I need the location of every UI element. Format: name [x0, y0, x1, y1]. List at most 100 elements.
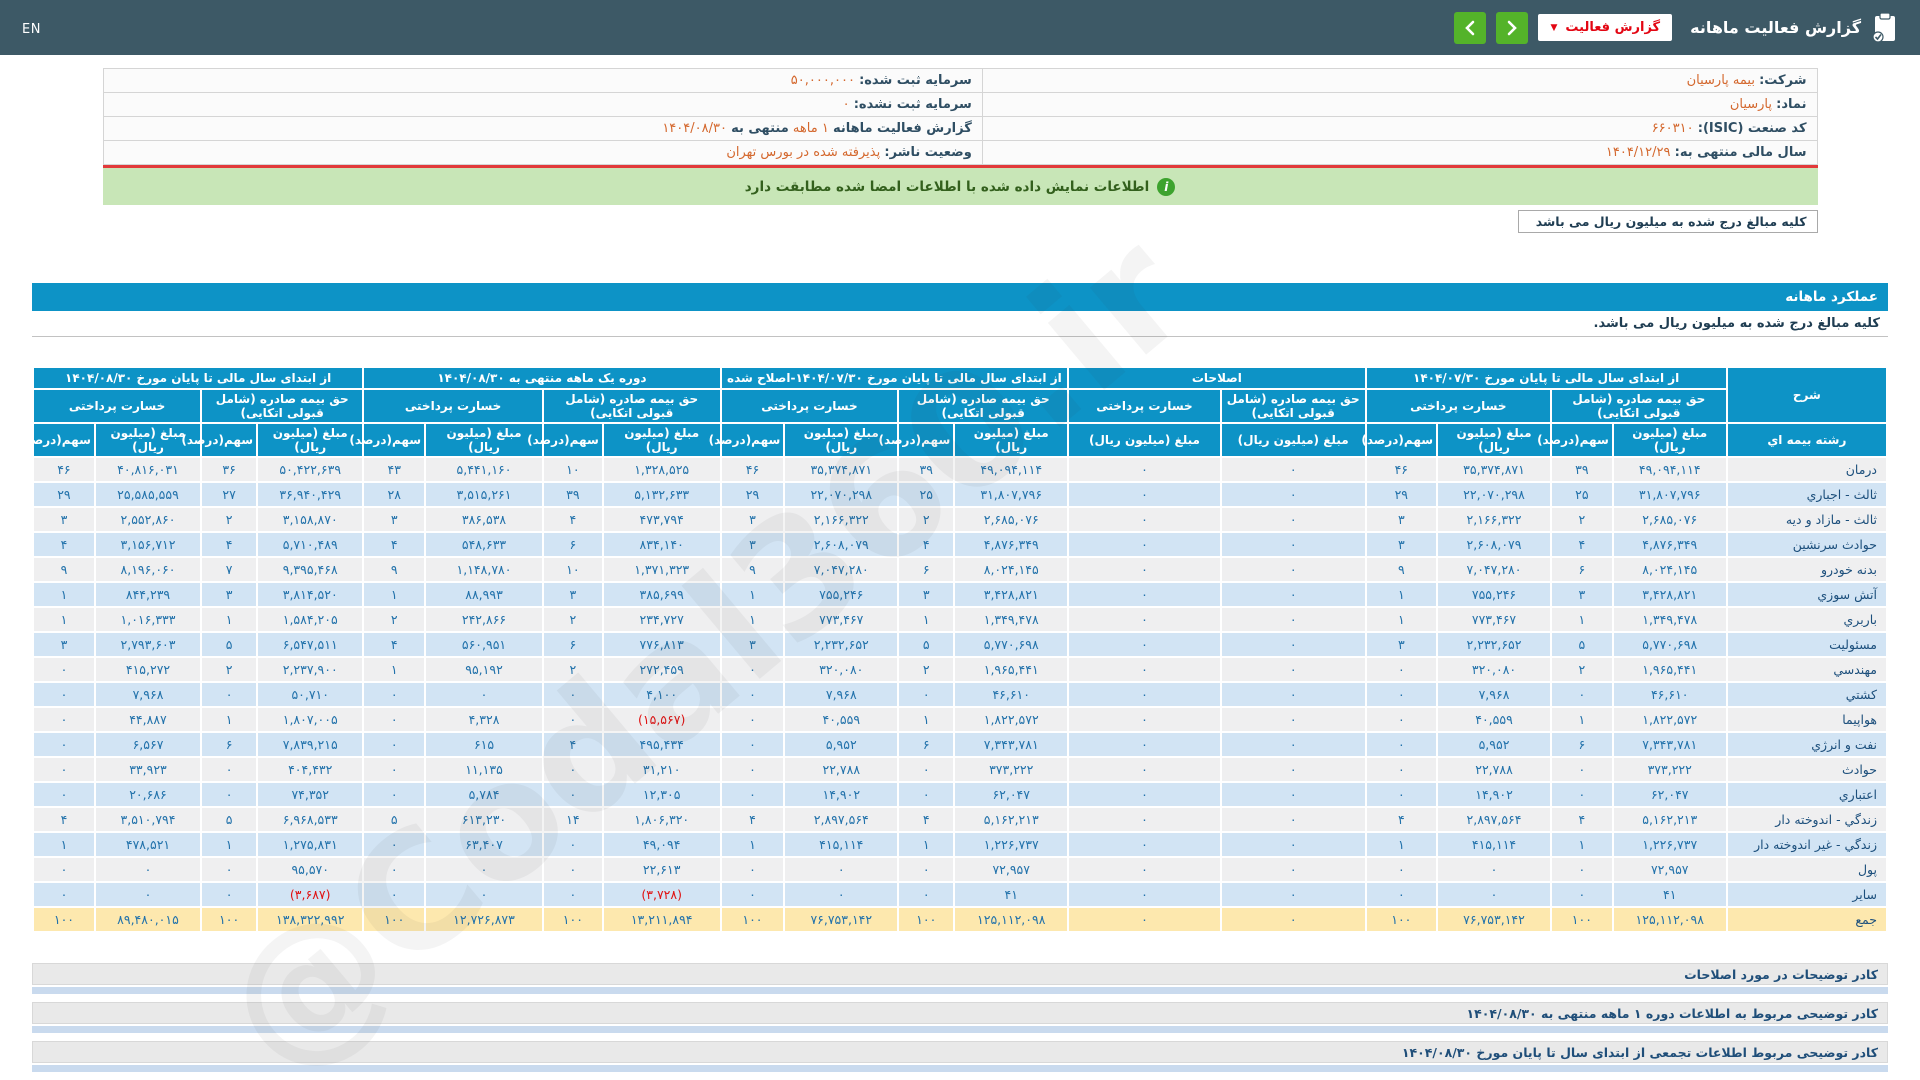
value-cell: ۲ — [200, 656, 259, 683]
value-cell: ۵۰,۷۱۰ — [256, 681, 365, 708]
value-cell: ۳۹ — [541, 481, 604, 508]
value-cell: ۳۲۰,۰۸۰ — [1436, 656, 1552, 683]
value-cell: ۷۶,۷۵۳,۱۴۲ — [783, 906, 900, 933]
previous-report-button[interactable] — [1454, 11, 1487, 44]
value-cell: ۰ — [1219, 831, 1367, 858]
value-cell: ۹۵,۵۷۰ — [256, 856, 365, 883]
value-cell: ۴ — [719, 806, 786, 833]
value-cell: ۹ — [719, 556, 786, 583]
value-cell: ۰ — [1067, 581, 1222, 608]
value-cell: ۱۲,۳۰۵ — [601, 781, 722, 808]
value-cell: ۲,۸۹۷,۵۶۴ — [783, 806, 900, 833]
value-cell: ۰ — [1219, 881, 1367, 908]
value-cell: ۵ — [200, 806, 259, 833]
chevron-right-icon — [1508, 20, 1518, 35]
value-cell: ۰ — [1067, 706, 1222, 733]
value-cell: ۵ — [1549, 631, 1614, 658]
value-cell: ۰ — [1436, 881, 1552, 908]
col-amount: مبلغ (میلیون ریال) — [1219, 422, 1367, 458]
next-report-button[interactable] — [1496, 11, 1529, 44]
value-cell: ۱۰۰ — [719, 906, 786, 933]
value-cell: ۶,۹۶۸,۵۳۳ — [256, 806, 365, 833]
value-cell: ۰ — [1219, 706, 1367, 733]
value-cell: ۵۰,۴۲۲,۶۳۹ — [256, 456, 365, 483]
value-cell: ۰ — [1067, 556, 1222, 583]
insurance-line-label: حوادث سرنشین — [1725, 531, 1889, 558]
value-cell: ۳,۴۲۸,۸۲۱ — [1611, 581, 1728, 608]
value-cell: ۲,۲۳۲,۶۵۲ — [783, 631, 900, 658]
value-cell: ۸۸,۹۹۳ — [424, 581, 544, 608]
value-cell: ۰ — [424, 881, 544, 908]
registered-capital-value: ۵۰,۰۰۰,۰۰۰ — [790, 73, 855, 88]
value-cell: ۳ — [897, 581, 956, 608]
value-cell: ۰ — [1067, 756, 1222, 783]
value-cell: ۲,۵۵۲,۸۶۰ — [93, 506, 203, 533]
value-cell: ۰ — [541, 756, 604, 783]
value-cell: ۳۲۰,۰۸۰ — [783, 656, 900, 683]
value-cell: ۰ — [424, 681, 544, 708]
value-cell: ۱,۸۰۷,۰۰۵ — [256, 706, 365, 733]
report-type-label: گزارش فعالیت — [1565, 20, 1661, 35]
value-cell: ۴,۳۲۸ — [424, 706, 544, 733]
comment-bar-month: کادر توضیحی مربوط به اطلاعات دوره ۱ ماهه… — [32, 1002, 1888, 1024]
table-row: زندگي - غیر اندوخته دار ۱,۲۲۶,۷۳۷ ۱ ۴۱۵,۱۱۴… — [32, 831, 1889, 858]
value-cell: ۰ — [1067, 831, 1222, 858]
table-row: اعتباري ۶۲,۰۴۷ ۰ ۱۴,۹۰۲ ۰ ۰ ۰ ۶۲,۰۴۷ ۰ ۱۴,۹۰۲ ۰ ۱۲,… — [32, 781, 1889, 808]
value-cell: ۴۰,۵۵۹ — [1436, 706, 1552, 733]
monthly-performance-section: عملکرد ماهانه کلیه مبالغ درج شده به میلی… — [19, 283, 1889, 933]
value-cell: ۰ — [362, 831, 427, 858]
value-cell: ۸,۰۲۴,۱۴۵ — [953, 556, 1070, 583]
value-cell: ۱ — [200, 831, 259, 858]
value-cell: ۴۱ — [1611, 881, 1728, 908]
value-cell: ۴۰,۸۱۶,۰۳۱ — [93, 456, 203, 483]
value-cell: ۰ — [1067, 456, 1222, 483]
issuer-status-value: پذیرفته شده در بورس تهران — [726, 145, 881, 160]
report-period-date: ۱۴۰۴/۰۸/۳۰ — [662, 121, 727, 136]
value-cell: ۲۲,۷۸۸ — [783, 756, 900, 783]
value-cell: ۵,۷۸۴ — [424, 781, 544, 808]
value-cell: ۰ — [32, 756, 96, 783]
value-cell: ۶۲,۰۴۷ — [953, 781, 1070, 808]
registered-capital-cell: سرمایه ثبت شده: ۵۰,۰۰۰,۰۰۰ — [102, 68, 983, 93]
value-cell: ۲,۶۸۵,۰۷۶ — [953, 506, 1070, 533]
value-cell: ۰ — [1067, 781, 1222, 808]
company-label: شرکت: — [1759, 73, 1807, 88]
value-cell: ۹ — [32, 556, 96, 583]
value-cell: ۰ — [1549, 756, 1614, 783]
insurance-line-label: سایر — [1725, 881, 1889, 908]
value-cell: ۷۷۶,۸۱۳ — [601, 631, 722, 658]
value-cell: ۰ — [93, 881, 203, 908]
insurance-line-label: زندگي - غیر اندوخته دار — [1725, 831, 1889, 858]
value-cell: ۴ — [1364, 806, 1439, 833]
insurance-line-label: باربري — [1725, 606, 1889, 633]
value-cell: ۳ — [1549, 581, 1614, 608]
company-info-table: شرکت: بیمه پارسیان سرمایه ثبت شده: ۵۰,۰۰… — [102, 68, 1818, 165]
fiscal-year-value: ۱۴۰۴/۱۲/۲۹ — [1605, 145, 1671, 160]
value-cell: ۰ — [1549, 881, 1614, 908]
col-amount: مبلغ (میلیون ریال) — [1436, 422, 1552, 458]
language-toggle-en[interactable]: EN — [22, 22, 41, 37]
symbol-cell: نماد: پارسیان — [981, 92, 1818, 117]
value-cell: ۶ — [1549, 731, 1614, 758]
value-cell: ۰ — [1219, 556, 1367, 583]
value-cell: ۳۶,۹۴۰,۴۲۹ — [256, 481, 365, 508]
value-cell: ۵ — [200, 631, 259, 658]
value-cell: ۰ — [1364, 681, 1439, 708]
report-type-dropdown[interactable]: گزارش فعالیت ▼ — [1538, 14, 1673, 41]
value-cell: ۱۰۰ — [200, 906, 259, 933]
value-cell: ۰ — [719, 881, 786, 908]
value-cell: ۲۷۲,۴۵۹ — [601, 656, 722, 683]
value-cell: ۰ — [541, 831, 604, 858]
unit-note-row: کلیه مبالغ درج شده به میلیون ریال می باش… — [103, 210, 1818, 233]
value-cell: ۱۳۸,۳۲۲,۹۹۲ — [256, 906, 365, 933]
value-cell: ۱۰۰ — [541, 906, 604, 933]
value-cell: ۴,۸۷۶,۳۴۹ — [953, 531, 1070, 558]
value-cell: ۱۱,۱۳۵ — [424, 756, 544, 783]
value-cell: ۳,۱۵۸,۸۷۰ — [256, 506, 365, 533]
value-cell: ۰ — [1219, 506, 1367, 533]
value-cell: ۰ — [1219, 606, 1367, 633]
value-cell: ۰ — [200, 756, 259, 783]
value-cell: ۱ — [1549, 606, 1614, 633]
value-cell: ۱,۰۱۶,۳۳۳ — [93, 606, 203, 633]
value-cell: ۶۱۳,۲۳۰ — [424, 806, 544, 833]
